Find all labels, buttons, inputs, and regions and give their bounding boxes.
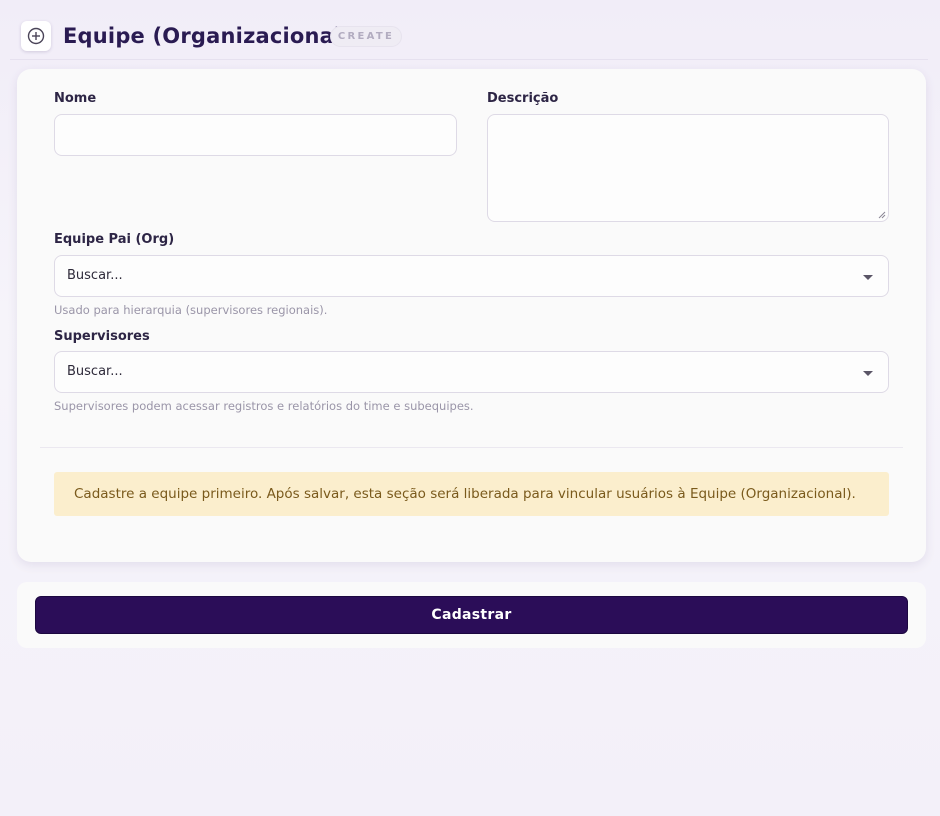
chevron-down-icon[interactable]	[863, 275, 873, 280]
equipe-pai-select[interactable]: Buscar...	[54, 255, 889, 297]
equipe-pai-placeholder: Buscar...	[67, 268, 123, 283]
supervisores-select[interactable]: Buscar...	[54, 351, 889, 393]
resize-grip-icon[interactable]	[878, 211, 886, 219]
add-circle-icon[interactable]	[21, 21, 51, 51]
form-card: Nome Descrição Equipe Pai (Org) Buscar..…	[17, 69, 926, 562]
descricao-textarea[interactable]	[487, 114, 889, 222]
form-footer: Cadastrar	[17, 582, 926, 648]
add-circle-icon-glyph	[27, 27, 45, 45]
equipe-pai-help: Usado para hierarquia (supervisores regi…	[54, 303, 328, 317]
supervisores-label: Supervisores	[54, 329, 150, 344]
chevron-down-icon[interactable]	[863, 371, 873, 376]
equipe-pai-label: Equipe Pai (Org)	[54, 232, 175, 247]
submit-button[interactable]: Cadastrar	[35, 596, 908, 634]
descricao-label: Descrição	[487, 91, 559, 106]
nome-input[interactable]	[54, 114, 457, 156]
page-header: Equipe (Organizacional) CREATE	[10, 0, 928, 60]
page-title: Equipe (Organizacional)	[63, 24, 352, 48]
mode-badge: CREATE	[330, 26, 402, 47]
section-divider	[40, 447, 903, 448]
supervisores-help: Supervisores podem acessar registros e r…	[54, 399, 474, 413]
info-notice: Cadastre a equipe primeiro. Após salvar,…	[54, 472, 889, 516]
supervisores-placeholder: Buscar...	[67, 364, 123, 379]
nome-label: Nome	[54, 91, 97, 106]
